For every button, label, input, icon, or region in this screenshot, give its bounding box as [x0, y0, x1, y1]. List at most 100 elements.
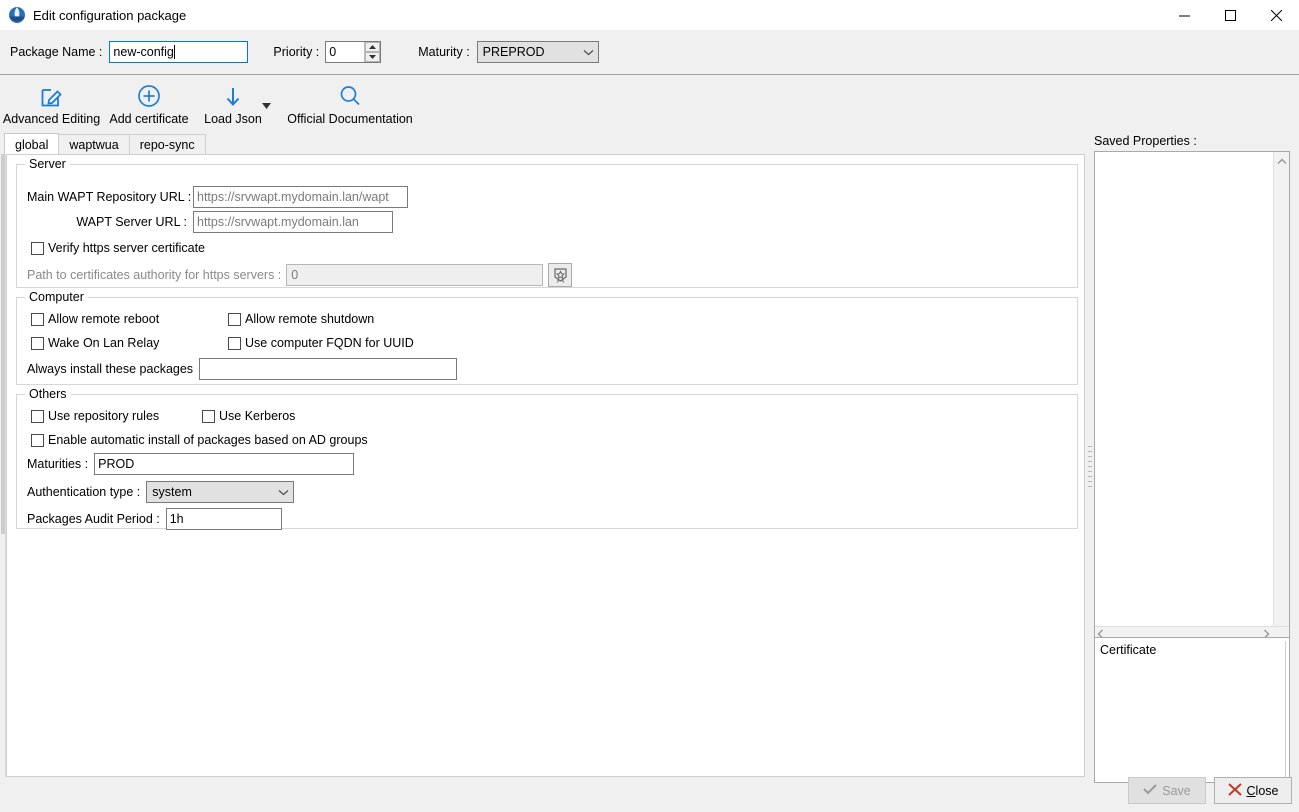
- use-computer-fqdn-for-uuid-label: Use computer FQDN for UUID: [245, 336, 414, 350]
- wapt-server-url-label: WAPT Server URL :: [76, 215, 187, 229]
- packages-audit-period-input[interactable]: 1h: [165, 508, 282, 530]
- maturity-select[interactable]: PREPROD: [476, 41, 599, 63]
- authentication-type-row: Authentication type : system: [27, 481, 295, 503]
- package-name-label: Package Name :: [10, 45, 103, 59]
- close-button[interactable]: Close: [1214, 777, 1292, 804]
- load-json-button[interactable]: Load Json: [203, 76, 271, 126]
- main-wapt-repository-url-row: Main WAPT Repository URL : https://srvwa…: [27, 186, 408, 208]
- panel-splitter[interactable]: [1086, 154, 1094, 777]
- text-caret: [173, 45, 175, 59]
- packages-audit-period-label: Packages Audit Period :: [27, 512, 160, 526]
- priority-value[interactable]: 0: [326, 42, 364, 62]
- allow-remote-reboot-checkbox[interactable]: Allow remote reboot: [31, 312, 159, 326]
- server-group: Server Main WAPT Repository URL : https:…: [16, 157, 1078, 288]
- authentication-type-label: Authentication type :: [27, 485, 141, 499]
- server-group-title: Server: [25, 157, 70, 171]
- splitter-grip-icon: [1088, 446, 1092, 490]
- checkbox-box[interactable]: [31, 409, 44, 423]
- config-tabs: global waptwua repo-sync: [4, 133, 206, 155]
- advanced-editing-label: Advanced Editing: [2, 112, 101, 126]
- saved-properties-vscrollbar[interactable]: [1273, 152, 1289, 642]
- package-name-input[interactable]: new-config: [109, 41, 249, 63]
- advanced-editing-button[interactable]: Advanced Editing: [3, 76, 100, 126]
- computer-group-title: Computer: [25, 290, 88, 304]
- left-panel-scrollbar-thumb[interactable]: [1, 154, 5, 534]
- checkbox-box[interactable]: [202, 409, 215, 423]
- wapt-server-url-input[interactable]: https://srvwapt.mydomain.lan: [193, 211, 393, 233]
- add-certificate-label: Add certificate: [109, 112, 189, 126]
- scroll-up-icon[interactable]: [1276, 154, 1287, 168]
- chevron-down-icon: [278, 485, 289, 499]
- priority-stepper[interactable]: 0: [325, 41, 382, 63]
- global-settings-panel: Server Main WAPT Repository URL : https:…: [6, 154, 1085, 777]
- allow-remote-shutdown-label: Allow remote shutdown: [245, 312, 375, 326]
- tab-waptwua[interactable]: waptwua: [58, 134, 130, 155]
- checkbox-box[interactable]: [31, 433, 44, 447]
- minimize-icon[interactable]: [1161, 0, 1207, 30]
- maximize-icon[interactable]: [1207, 0, 1253, 30]
- priority-spin-buttons[interactable]: [364, 42, 381, 62]
- checkbox-box[interactable]: [31, 241, 44, 255]
- certificate-badge-icon[interactable]: [548, 263, 573, 287]
- priority-down-icon[interactable]: [365, 52, 381, 62]
- tab-global[interactable]: global: [4, 133, 60, 155]
- maturities-input[interactable]: PROD: [94, 453, 355, 475]
- checkbox-box[interactable]: [228, 312, 241, 326]
- add-certificate-button[interactable]: Add certificate: [105, 76, 193, 126]
- ca-path-input[interactable]: 0: [286, 264, 544, 286]
- enable-automatic-install-ad-groups-label: Enable automatic install of packages bas…: [48, 433, 368, 447]
- close-button-rest: lose: [1255, 783, 1279, 798]
- check-icon: [1143, 783, 1157, 798]
- save-button[interactable]: Save: [1128, 777, 1206, 804]
- list-item[interactable]: Certificate: [1100, 643, 1156, 657]
- always-install-packages-label: Always install these packages: [27, 362, 194, 376]
- always-install-packages-row: Always install these packages: [27, 358, 458, 380]
- authentication-type-select[interactable]: system: [146, 481, 295, 503]
- close-button-label: Close: [1247, 784, 1279, 798]
- maturity-value: PREPROD: [482, 45, 545, 59]
- checkbox-box[interactable]: [228, 336, 241, 350]
- maturities-label: Maturities :: [27, 457, 89, 471]
- tab-repo-sync[interactable]: repo-sync: [128, 134, 206, 155]
- official-documentation-button[interactable]: Official Documentation: [285, 76, 415, 126]
- verify-https-server-certificate-checkbox[interactable]: Verify https server certificate: [31, 241, 205, 255]
- others-group: Others Use repository rules Use Kerberos…: [16, 387, 1078, 530]
- allow-remote-shutdown-checkbox[interactable]: Allow remote shutdown: [228, 312, 374, 326]
- authentication-type-value: system: [152, 485, 192, 499]
- edit-configuration-package-window: Edit configuration package Package Name …: [0, 0, 1299, 812]
- enable-automatic-install-ad-groups-checkbox[interactable]: Enable automatic install of packages bas…: [31, 433, 368, 447]
- maturities-row: Maturities : PROD: [27, 453, 355, 475]
- verify-https-server-certificate-label: Verify https server certificate: [48, 241, 206, 255]
- dialog-buttons: Save Close: [1094, 777, 1299, 804]
- wake-on-lan-relay-checkbox[interactable]: Wake On Lan Relay: [31, 336, 159, 350]
- wapt-logo-icon: [8, 6, 26, 24]
- packages-audit-period-row: Packages Audit Period : 1h: [27, 508, 282, 530]
- use-kerberos-checkbox[interactable]: Use Kerberos: [202, 409, 295, 423]
- close-button-accel: C: [1246, 783, 1256, 798]
- priority-up-icon[interactable]: [365, 42, 381, 52]
- certificate-list[interactable]: Certificate: [1094, 637, 1290, 783]
- wake-on-lan-relay-label: Wake On Lan Relay: [48, 336, 160, 350]
- use-kerberos-label: Use Kerberos: [219, 409, 296, 423]
- allow-remote-reboot-label: Allow remote reboot: [48, 312, 160, 326]
- window-controls: [1161, 0, 1299, 30]
- main-wapt-repository-url-input[interactable]: https://srvwapt.mydomain.lan/wapt: [193, 186, 408, 208]
- priority-label: Priority :: [273, 45, 320, 59]
- load-json-dropdown-icon[interactable]: [262, 98, 271, 112]
- window-title: Edit configuration package: [33, 7, 187, 23]
- close-icon[interactable]: [1253, 0, 1299, 30]
- always-install-packages-input[interactable]: [199, 358, 458, 380]
- checkbox-box[interactable]: [31, 336, 44, 350]
- saved-properties-list[interactable]: [1094, 151, 1290, 643]
- right-panel: Saved Properties : Certificate Save Clos…: [1094, 133, 1299, 812]
- checkbox-box[interactable]: [31, 312, 44, 326]
- load-json-label: Load Json: [204, 112, 262, 126]
- others-group-title: Others: [25, 387, 71, 401]
- certificate-list-divider: [1285, 641, 1286, 779]
- use-computer-fqdn-for-uuid-checkbox[interactable]: Use computer FQDN for UUID: [228, 336, 414, 350]
- saved-properties-label: Saved Properties :: [1094, 134, 1197, 148]
- ca-path-row: Path to certificates authority for https…: [27, 263, 573, 287]
- search-icon: [337, 81, 363, 111]
- use-repository-rules-checkbox[interactable]: Use repository rules: [31, 409, 159, 423]
- red-x-icon: [1227, 782, 1242, 799]
